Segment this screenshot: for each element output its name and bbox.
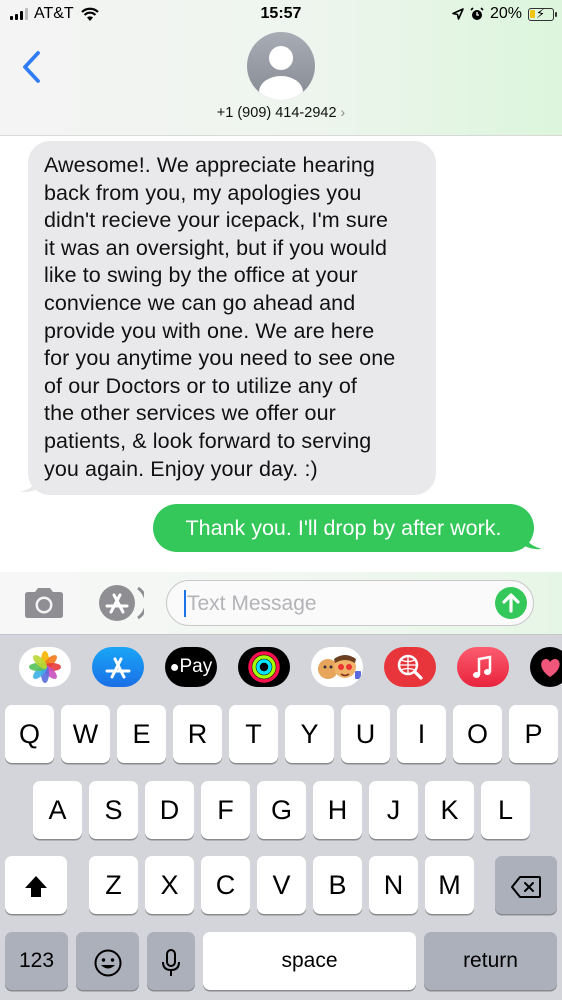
incoming-message-bubble[interactable]: Awesome!. We appreciate hearing back fro…	[28, 141, 436, 496]
key-e[interactable]: E	[117, 705, 166, 763]
space-key[interactable]: space	[203, 932, 416, 990]
key-s[interactable]: S	[89, 781, 138, 839]
message-line: provide you with one. We are here	[44, 318, 375, 343]
shift-arrow-icon	[25, 875, 47, 897]
key-i[interactable]: I	[397, 705, 446, 763]
imessage-app-drawer: ●Pay	[0, 634, 562, 700]
location-arrow-icon	[452, 8, 464, 20]
contact-avatar[interactable]	[247, 32, 315, 100]
key-j[interactable]: J	[369, 781, 418, 839]
music-icon[interactable]	[457, 647, 509, 687]
alarm-clock-icon	[470, 7, 484, 20]
send-button[interactable]	[495, 587, 527, 619]
arrow-up-icon	[502, 593, 520, 613]
message-line: didn't recieve your icepack, I'm sure	[44, 208, 389, 233]
key-r[interactable]: R	[173, 705, 222, 763]
app-store-icon[interactable]	[92, 647, 144, 687]
key-p[interactable]: P	[509, 705, 558, 763]
key-o[interactable]: O	[453, 705, 502, 763]
emoji-icon	[94, 949, 121, 977]
shift-key[interactable]	[5, 856, 67, 914]
message-line: of our Doctors or to utilize any of	[44, 373, 358, 398]
conversation-header: AT&T 15:57 20% ⚡ +1 (909) 414-2942 ›	[0, 0, 562, 136]
message-line: convience we can go ahead and	[44, 290, 356, 315]
key-v[interactable]: V	[257, 856, 306, 914]
message-line: Awesome!. We appreciate hearing	[44, 153, 375, 177]
key-w[interactable]: W	[61, 705, 110, 763]
message-thread[interactable]: Awesome!. We appreciate hearing back fro…	[0, 137, 562, 572]
key-c[interactable]: C	[201, 856, 250, 914]
message-input-placeholder: Text Message	[187, 592, 317, 615]
keyboard: Q W E R T Y U I O P A S D F G H J K L Z …	[0, 700, 562, 1000]
camera-icon[interactable]	[22, 586, 66, 620]
microphone-icon	[162, 948, 180, 976]
contact-number: +1 (909) 414-2942	[216, 105, 337, 121]
backspace-icon	[511, 875, 541, 898]
message-input[interactable]: Text Message	[166, 580, 534, 626]
chevron-right-icon: ›	[340, 104, 346, 120]
key-u[interactable]: U	[341, 705, 390, 763]
incoming-bubble-tail	[20, 471, 42, 493]
key-n[interactable]: N	[369, 856, 418, 914]
delete-key[interactable]	[495, 856, 557, 914]
contact-name-button[interactable]: +1 (909) 414-2942 ›	[0, 104, 562, 121]
key-b[interactable]: B	[313, 856, 362, 914]
message-line: patients, & look forward to serving	[44, 428, 372, 453]
text-cursor	[184, 590, 186, 617]
emoji-key[interactable]	[76, 932, 139, 990]
app-store-button-icon[interactable]	[94, 584, 144, 622]
apple-pay-icon[interactable]: ●Pay	[165, 647, 217, 687]
digital-touch-icon[interactable]	[530, 647, 562, 687]
key-a[interactable]: A	[33, 781, 82, 839]
memoji-icon[interactable]	[311, 647, 363, 687]
message-line: it was an oversight, but if you would	[44, 235, 388, 260]
apple-pay-label: Pay	[179, 656, 213, 677]
message-line: you again. Enjoy your day. :)	[44, 456, 318, 481]
key-x[interactable]: X	[145, 856, 194, 914]
web-search-icon[interactable]	[384, 647, 436, 687]
battery-icon: ⚡	[528, 6, 557, 21]
key-q[interactable]: Q	[5, 705, 54, 763]
back-chevron-icon[interactable]	[18, 48, 46, 86]
numbers-key[interactable]: 123	[5, 932, 68, 990]
activity-icon[interactable]	[238, 647, 290, 687]
key-g[interactable]: G	[257, 781, 306, 839]
key-t[interactable]: T	[229, 705, 278, 763]
key-m[interactable]: M	[425, 856, 474, 914]
message-line: back from you, my apologies you	[44, 180, 362, 205]
message-line: like to swing by the office at your	[44, 263, 358, 288]
outgoing-bubble-tail	[522, 528, 542, 550]
key-z[interactable]: Z	[89, 856, 138, 914]
key-y[interactable]: Y	[285, 705, 334, 763]
dictation-key[interactable]	[147, 932, 195, 990]
message-line: for you anytime you need to see one	[44, 346, 396, 371]
key-d[interactable]: D	[145, 781, 194, 839]
outgoing-message-bubble[interactable]: Thank you. I'll drop by after work.	[153, 504, 534, 552]
battery-percentage: 20%	[489, 5, 522, 22]
status-bar: AT&T 15:57 20% ⚡	[0, 0, 562, 30]
person-silhouette-icon	[259, 46, 303, 100]
compose-bar: Text Message	[0, 572, 562, 634]
photos-icon[interactable]	[19, 647, 71, 687]
return-key[interactable]: return	[424, 932, 557, 990]
key-f[interactable]: F	[201, 781, 250, 839]
key-k[interactable]: K	[425, 781, 474, 839]
key-l[interactable]: L	[481, 781, 530, 839]
key-h[interactable]: H	[313, 781, 362, 839]
message-line: the other services we offer our	[44, 401, 336, 426]
